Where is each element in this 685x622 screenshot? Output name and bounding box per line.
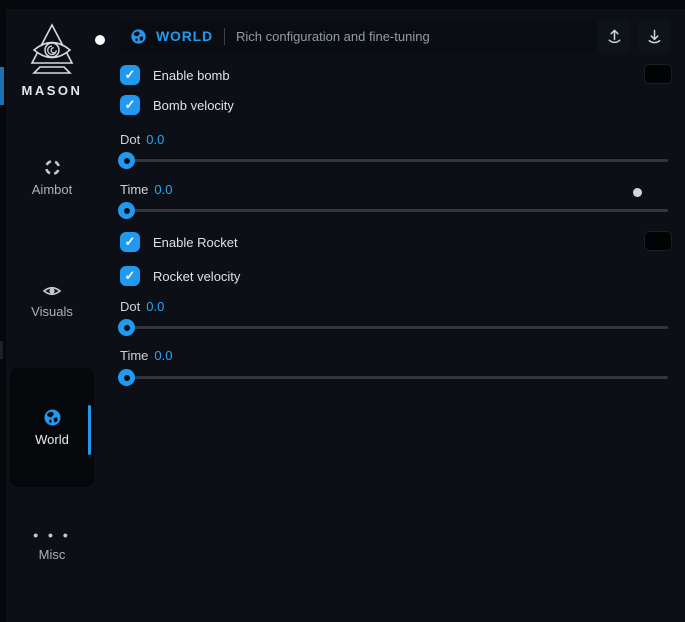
- slider-value: 0.0: [146, 299, 164, 314]
- masonic-eye-triangle-icon: [29, 23, 75, 79]
- sidebar-item-label: World: [6, 432, 98, 447]
- upload-config-button[interactable]: [598, 20, 630, 53]
- slider-track[interactable]: [120, 209, 668, 212]
- enable-rocket-checkbox[interactable]: ✓: [120, 232, 140, 252]
- slider-handle[interactable]: [118, 202, 135, 219]
- eye-icon: [42, 283, 62, 299]
- screen: MASON Aimbot Visuals: [0, 0, 685, 622]
- slider-value: 0.0: [154, 348, 172, 363]
- background-artifact: [0, 341, 3, 359]
- dot-slider[interactable]: [120, 152, 668, 169]
- dot-slider[interactable]: [120, 319, 668, 336]
- bomb-velocity-checkbox[interactable]: ✓: [120, 95, 140, 115]
- cursor-dot: [633, 188, 642, 197]
- sidebar-item-aimbot[interactable]: Aimbot: [6, 158, 98, 197]
- checkbox-label: Enable bomb: [153, 68, 230, 83]
- slider-track[interactable]: [120, 159, 668, 162]
- ellipsis-icon: • • •: [6, 530, 98, 540]
- checkbox-label: Rocket velocity: [153, 269, 240, 284]
- rocket-color-swatch[interactable]: [644, 231, 672, 251]
- download-config-button[interactable]: [638, 20, 670, 53]
- slider-name: Time: [120, 182, 148, 197]
- slider-track[interactable]: [120, 326, 668, 329]
- slider-handle[interactable]: [118, 319, 135, 336]
- upload-icon: [606, 28, 623, 45]
- download-icon: [646, 28, 663, 45]
- sidebar-item-misc[interactable]: • • • Misc: [6, 530, 98, 562]
- slider-handle[interactable]: [118, 152, 135, 169]
- slider-value: 0.0: [154, 182, 172, 197]
- slider-handle[interactable]: [118, 369, 135, 386]
- slider-label-time: Time 0.0: [120, 182, 172, 198]
- time-slider[interactable]: [120, 369, 668, 386]
- cursor-dot: [95, 35, 105, 45]
- enable-bomb-checkbox[interactable]: ✓: [120, 65, 140, 85]
- header-divider: [224, 28, 225, 45]
- checkbox-row-enable-rocket: ✓ Enable Rocket: [120, 232, 238, 252]
- checkbox-label: Enable Rocket: [153, 235, 238, 250]
- sidebar-item-label: Misc: [6, 547, 98, 562]
- checkbox-label: Bomb velocity: [153, 98, 234, 113]
- sidebar: MASON Aimbot Visuals: [6, 9, 111, 622]
- slider-label-dot: Dot 0.0: [120, 132, 164, 148]
- slider-label-time: Time 0.0: [120, 348, 172, 364]
- globe-icon: [130, 28, 147, 45]
- background-artifact: [0, 67, 4, 105]
- checkbox-row-bomb-velocity: ✓ Bomb velocity: [120, 95, 234, 115]
- checkbox-row-rocket-velocity: ✓ Rocket velocity: [120, 266, 240, 286]
- slider-name: Dot: [120, 132, 140, 147]
- slider-name: Dot: [120, 299, 140, 314]
- sidebar-item-world[interactable]: World: [6, 408, 98, 447]
- crosshair-icon: [43, 158, 62, 177]
- sidebar-item-label: Aimbot: [6, 182, 98, 197]
- sidebar-item-label: Visuals: [6, 304, 98, 319]
- rocket-velocity-checkbox[interactable]: ✓: [120, 266, 140, 286]
- slider-label-dot: Dot 0.0: [120, 299, 164, 315]
- time-slider[interactable]: [120, 202, 668, 219]
- slider-track[interactable]: [120, 376, 668, 379]
- slider-value: 0.0: [146, 132, 164, 147]
- app-window: MASON Aimbot Visuals: [6, 9, 685, 622]
- page-title: WORLD: [156, 20, 213, 53]
- header: WORLD Rich configuration and fine-tuning: [120, 20, 597, 53]
- slider-name: Time: [120, 348, 148, 363]
- bomb-color-swatch[interactable]: [644, 64, 672, 84]
- globe-icon: [43, 408, 62, 427]
- page-subtitle: Rich configuration and fine-tuning: [236, 20, 430, 53]
- checkbox-row-enable-bomb: ✓ Enable bomb: [120, 65, 230, 85]
- sidebar-item-visuals[interactable]: Visuals: [6, 283, 98, 319]
- logo-text: MASON: [6, 83, 98, 98]
